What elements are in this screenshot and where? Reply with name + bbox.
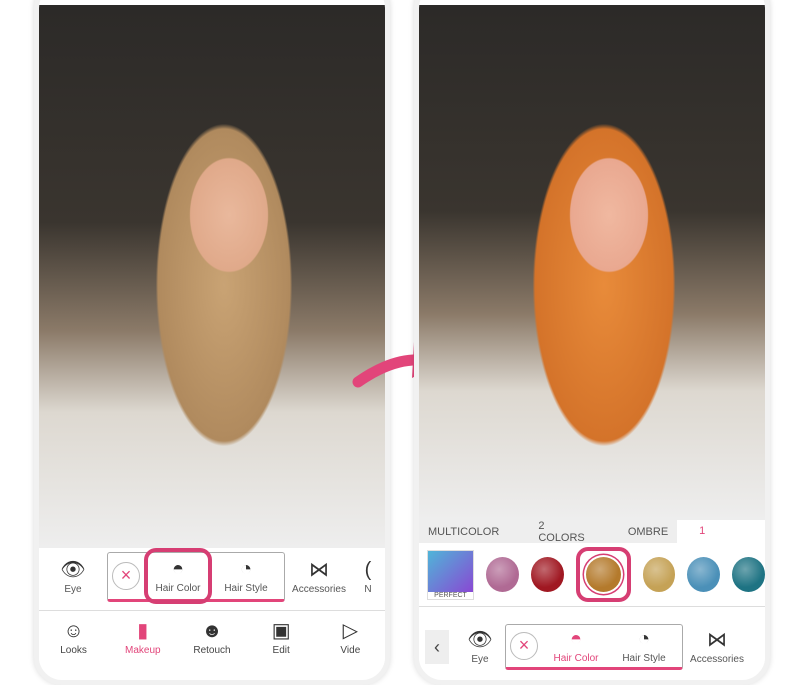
retouch-icon: ☻ — [201, 620, 223, 642]
image-icon: ▣ — [271, 620, 291, 642]
perfect-thumbnail[interactable]: PERFECT — [427, 549, 474, 600]
after-phone: MULTICOLOR 2 COLORS OMBRE 1 COLOR PERFEC… — [414, 0, 770, 685]
before-phone: 👁 Eye × ◓ Hair Color ◔ Hair Style ⋈ Accessor… — [34, 0, 390, 685]
bow-icon: ⋈ — [707, 629, 727, 651]
hair-color-swatch[interactable] — [485, 557, 519, 592]
close-icon[interactable]: × — [112, 562, 140, 590]
after-photo — [419, 5, 765, 520]
hair-color-swatch[interactable] — [732, 557, 765, 592]
nav-looks[interactable]: ☺ Looks — [42, 620, 106, 656]
feature-accessories[interactable]: ⋈ Accessories — [683, 629, 751, 665]
eye-icon: 👁 — [467, 629, 493, 651]
hair-style-icon: ◔ — [239, 558, 253, 580]
nav-makeup[interactable]: ▮ Makeup — [111, 620, 175, 656]
selected-swatch-highlight — [575, 547, 631, 602]
feature-hair-style[interactable]: ◔ Hair Style — [212, 558, 280, 594]
hair-color-icon: ◓ — [171, 558, 185, 580]
tab-multicolor[interactable]: MULTICOLOR — [419, 526, 508, 538]
lipstick-icon: ▮ — [137, 620, 149, 642]
hair-color-icon: ◓ — [569, 628, 583, 650]
feature-hair-color[interactable]: ◓ Hair Color — [144, 548, 212, 604]
feature-hair-color[interactable]: ◓ Hair Color — [542, 628, 610, 664]
close-icon[interactable]: × — [510, 632, 538, 660]
nail-icon: ( — [364, 559, 372, 581]
hair-color-swatch[interactable] — [687, 557, 721, 592]
hair-group: × ◓ Hair Color ◔ Hair Style — [505, 624, 683, 670]
feature-eye[interactable]: 👁 Eye — [455, 629, 505, 665]
back-button[interactable]: ‹ — [425, 630, 449, 664]
feature-hair-style[interactable]: ◔ Hair Style — [610, 628, 678, 664]
play-icon: ▷ — [342, 620, 359, 642]
hair-color-swatch[interactable] — [585, 557, 621, 592]
hair-group: × ◓ Hair Color ◔ Hair Style — [107, 548, 285, 604]
feature-more[interactable]: (N — [353, 559, 383, 595]
nav-edit[interactable]: ▣ Edit — [249, 620, 313, 656]
feature-eye[interactable]: 👁 Eye — [39, 559, 107, 595]
hair-color-swatch[interactable] — [530, 557, 564, 592]
feature-bar: 👁 Eye × ◓ Hair Color ◔ Hair Style ⋈ Accessor… — [39, 548, 385, 606]
bottom-nav: ☺ Looks ▮ Makeup ☻ Retouch ▣ Edit ▷ Vide — [39, 610, 385, 665]
nav-video[interactable]: ▷ Vide — [318, 620, 382, 656]
feature-bar: ‹ 👁 Eye × ◓ Hair Color ◔ Hair Style ⋈ Access… — [419, 623, 765, 671]
feature-accessories[interactable]: ⋈ Accessories — [285, 559, 353, 595]
tab-2-colors[interactable]: 2 COLORS — [508, 520, 598, 544]
before-photo — [39, 5, 385, 548]
nav-retouch[interactable]: ☻ Retouch — [180, 620, 244, 656]
hair-style-icon: ◔ — [637, 628, 651, 650]
swatch-row: PERFECT — [419, 543, 765, 607]
tab-1-color[interactable]: 1 COLOR — [677, 520, 765, 560]
eye-icon: 👁 — [60, 559, 86, 581]
hair-color-swatch[interactable] — [642, 557, 676, 592]
face-icon: ☺ — [63, 620, 84, 642]
bow-icon: ⋈ — [309, 559, 329, 581]
color-mode-tabs: MULTICOLOR 2 COLORS OMBRE 1 COLOR — [419, 520, 765, 560]
tab-ombre[interactable]: OMBRE — [598, 526, 677, 538]
